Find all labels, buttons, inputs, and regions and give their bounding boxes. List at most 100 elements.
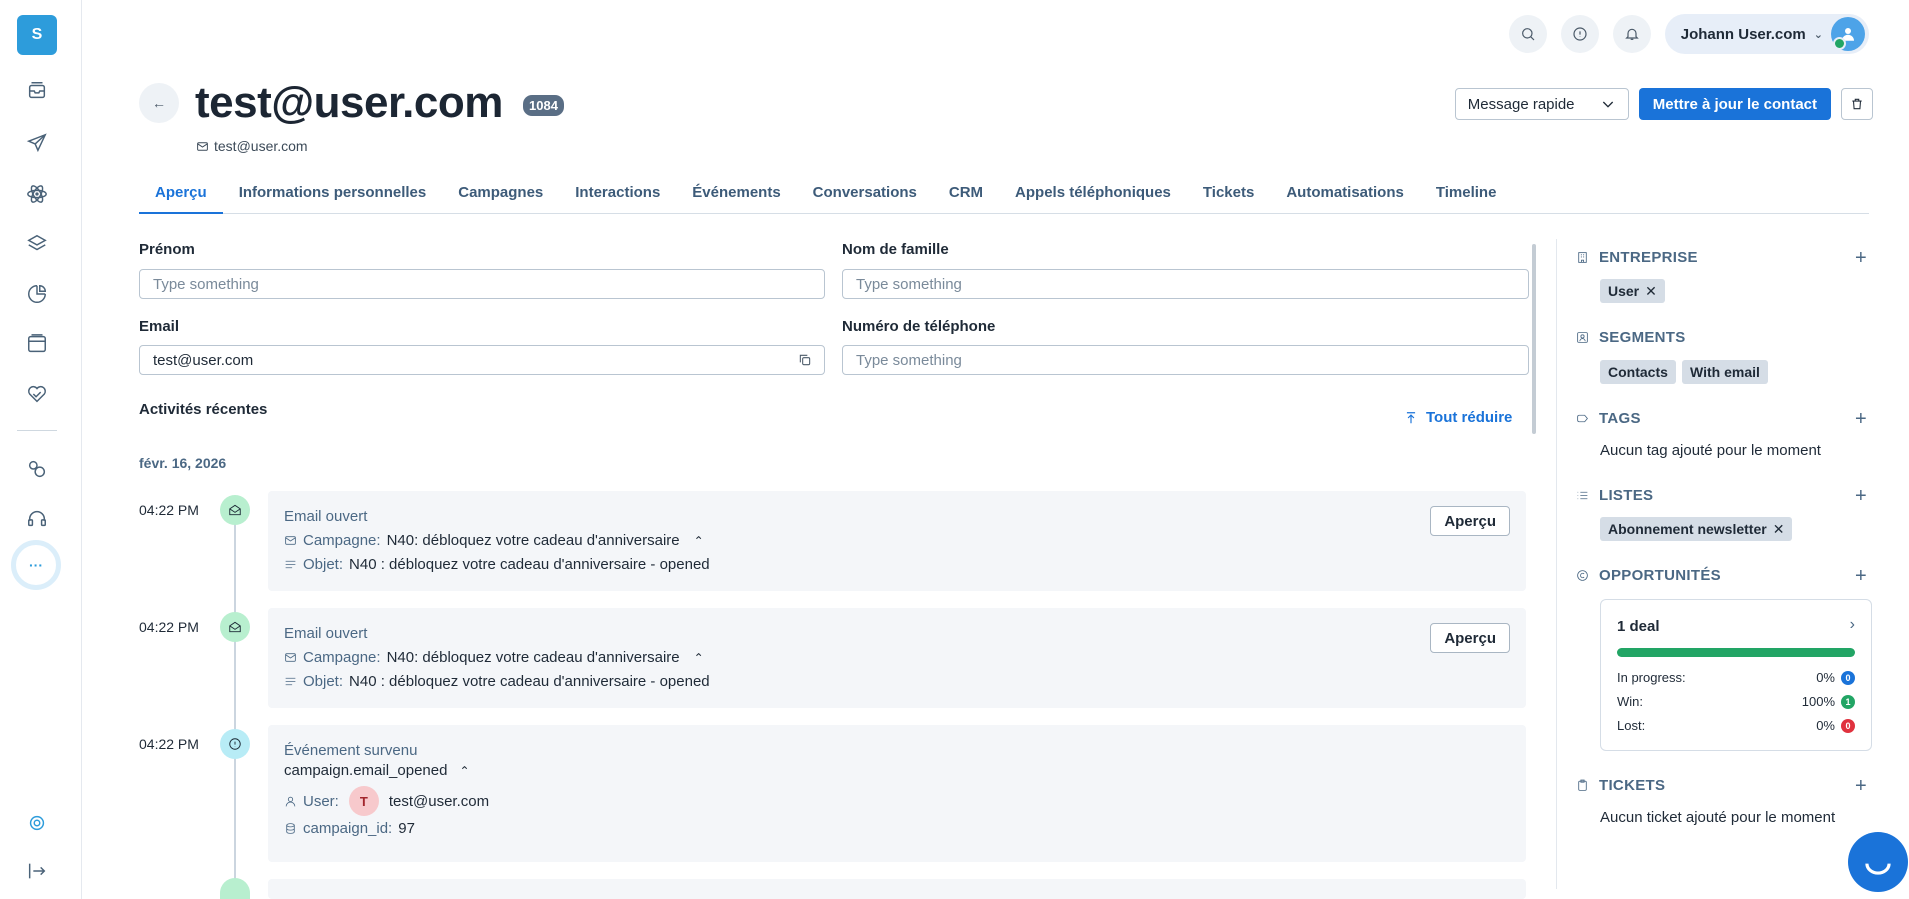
tab-campagnes[interactable]: Campagnes bbox=[442, 176, 559, 214]
inbox-icon[interactable] bbox=[24, 78, 50, 104]
tab-evenements[interactable]: Événements bbox=[676, 176, 796, 214]
integrations-icon[interactable] bbox=[24, 456, 50, 482]
quick-message-label: Message rapide bbox=[1467, 95, 1575, 113]
segments-title: SEGMENTS bbox=[1599, 329, 1686, 346]
delete-contact-button[interactable] bbox=[1841, 88, 1873, 120]
add-tag-button[interactable]: + bbox=[1855, 409, 1867, 429]
send-icon[interactable] bbox=[24, 130, 50, 156]
phone-label: Numéro de téléphone bbox=[842, 318, 996, 335]
tab-automatisations[interactable]: Automatisations bbox=[1270, 176, 1420, 214]
search-button[interactable] bbox=[1508, 15, 1547, 53]
tab-conversations[interactable]: Conversations bbox=[797, 176, 933, 214]
logout-icon[interactable] bbox=[24, 858, 50, 884]
email-value: test@user.com bbox=[153, 351, 254, 369]
add-ticket-button[interactable]: + bbox=[1855, 776, 1867, 796]
header-actions: Message rapide Mettre à jour le contact bbox=[1454, 88, 1873, 120]
user-silhouette-icon bbox=[1842, 28, 1854, 41]
timeline-line bbox=[234, 510, 236, 890]
deal-summary-card[interactable]: 1 deal › In progress: 0% 0 Win: 100% 1 Los… bbox=[1600, 599, 1872, 751]
top-bar-actions: Johann User.com ⌄ bbox=[1508, 14, 1869, 54]
chip-label: User bbox=[1608, 283, 1640, 299]
chevron-up-icon[interactable]: ⌃ bbox=[694, 651, 704, 665]
chat-widget-button[interactable] bbox=[1848, 832, 1908, 892]
campaign-key: Campagne: bbox=[303, 649, 381, 666]
phone-input[interactable]: Type something bbox=[842, 345, 1529, 375]
activity-time: 04:22 PM bbox=[139, 502, 199, 518]
activity-card-partial bbox=[268, 879, 1526, 899]
close-icon[interactable]: ✕ bbox=[1645, 283, 1657, 300]
help-lifebuoy-icon[interactable] bbox=[24, 810, 50, 836]
company-section-title: ENTREPRISE bbox=[1576, 249, 1698, 266]
collapse-all-button[interactable]: Tout réduire bbox=[1404, 409, 1512, 426]
notifications-button[interactable] bbox=[1612, 15, 1651, 53]
app-logo[interactable]: S bbox=[17, 15, 57, 55]
more-menu-button[interactable]: ··· bbox=[11, 540, 61, 590]
event-name: campaign.email_opened bbox=[284, 762, 448, 779]
event-icon bbox=[220, 729, 250, 759]
collapse-all-label: Tout réduire bbox=[1426, 409, 1513, 426]
copy-icon[interactable] bbox=[798, 353, 812, 367]
mail-icon bbox=[285, 536, 296, 545]
database-icon bbox=[286, 823, 295, 834]
user-value[interactable]: test@user.com bbox=[389, 793, 489, 810]
email-field[interactable]: test@user.com bbox=[139, 345, 825, 375]
atom-icon[interactable] bbox=[24, 181, 50, 207]
email-opened-icon bbox=[220, 495, 250, 525]
close-icon[interactable]: ✕ bbox=[1773, 521, 1785, 538]
tab-appels-telephoniques[interactable]: Appels téléphoniques bbox=[999, 176, 1187, 214]
tab-tickets[interactable]: Tickets bbox=[1187, 176, 1270, 214]
last-name-label: Nom de famille bbox=[842, 241, 949, 258]
trash-icon bbox=[1852, 98, 1862, 110]
campaign-key: Campagne: bbox=[303, 532, 381, 549]
back-button[interactable]: ← bbox=[139, 83, 179, 123]
preview-button[interactable]: Aperçu bbox=[1430, 623, 1510, 653]
text-lines-icon bbox=[285, 677, 296, 686]
update-contact-button[interactable]: Mettre à jour le contact bbox=[1638, 88, 1831, 120]
user-key: User: bbox=[303, 792, 339, 810]
event-name-row: campaign.email_opened ⌃ bbox=[284, 762, 470, 779]
quick-message-select[interactable]: Message rapide bbox=[1454, 88, 1629, 120]
tags-empty-text: Aucun tag ajouté pour le moment bbox=[1600, 442, 1821, 459]
deal-row-count: 0 bbox=[1841, 718, 1855, 733]
tab-interactions[interactable]: Interactions bbox=[559, 176, 676, 214]
pie-chart-icon[interactable] bbox=[24, 281, 50, 307]
activity-title: Email ouvert bbox=[284, 625, 368, 642]
layers-icon[interactable] bbox=[24, 231, 50, 257]
deal-progress-bar bbox=[1617, 648, 1855, 657]
deal-row-count: 0 bbox=[1841, 670, 1855, 685]
add-list-button[interactable]: + bbox=[1855, 486, 1867, 506]
activity-title: Événement survenu bbox=[284, 742, 418, 759]
activity-card: Email ouvert Campagne: N40: débloquez vo… bbox=[268, 608, 1526, 708]
mail-icon bbox=[197, 141, 208, 151]
last-name-input[interactable]: Type something bbox=[842, 269, 1529, 299]
chevron-right-icon[interactable]: › bbox=[1850, 616, 1855, 634]
tab-crm[interactable]: CRM bbox=[933, 176, 999, 214]
sidebar: S ··· bbox=[0, 0, 82, 899]
segments-section-title: SEGMENTS bbox=[1576, 329, 1686, 346]
tab-informations-personnelles[interactable]: Informations personnelles bbox=[223, 176, 443, 214]
deal-row-label: Lost: bbox=[1617, 718, 1646, 733]
deal-progress-fill bbox=[1617, 648, 1855, 657]
campaign-id-value: 97 bbox=[398, 820, 415, 837]
tab-timeline[interactable]: Timeline bbox=[1420, 176, 1513, 214]
tickets-empty-text: Aucun ticket ajouté pour le moment bbox=[1600, 809, 1836, 826]
window-icon[interactable] bbox=[24, 331, 50, 357]
add-opportunity-button[interactable]: + bbox=[1855, 566, 1867, 586]
tab-apercu[interactable]: Aperçu bbox=[139, 176, 223, 214]
user-menu[interactable]: Johann User.com ⌄ bbox=[1664, 14, 1869, 54]
subject-value: N40 : débloquez votre cadeau d'anniversa… bbox=[349, 556, 710, 573]
chevron-up-icon[interactable]: ⌃ bbox=[459, 764, 469, 778]
info-icon bbox=[1573, 27, 1587, 41]
handshake-heart-icon[interactable] bbox=[24, 381, 50, 407]
first-name-input[interactable]: Type something bbox=[139, 269, 825, 299]
deal-row-in-progress: In progress: 0% 0 bbox=[1617, 670, 1855, 685]
deal-row-win: Win: 100% 1 bbox=[1617, 694, 1855, 709]
chevron-up-icon[interactable]: ⌃ bbox=[694, 534, 704, 548]
add-company-button[interactable]: + bbox=[1855, 248, 1867, 268]
info-button[interactable] bbox=[1560, 15, 1599, 53]
deal-row-lost: Lost: 0% 0 bbox=[1617, 718, 1855, 733]
headset-icon[interactable] bbox=[24, 506, 50, 532]
tags-section-title: TAGS bbox=[1576, 410, 1641, 427]
preview-button[interactable]: Aperçu bbox=[1430, 506, 1510, 536]
scrollbar[interactable] bbox=[1532, 244, 1536, 434]
